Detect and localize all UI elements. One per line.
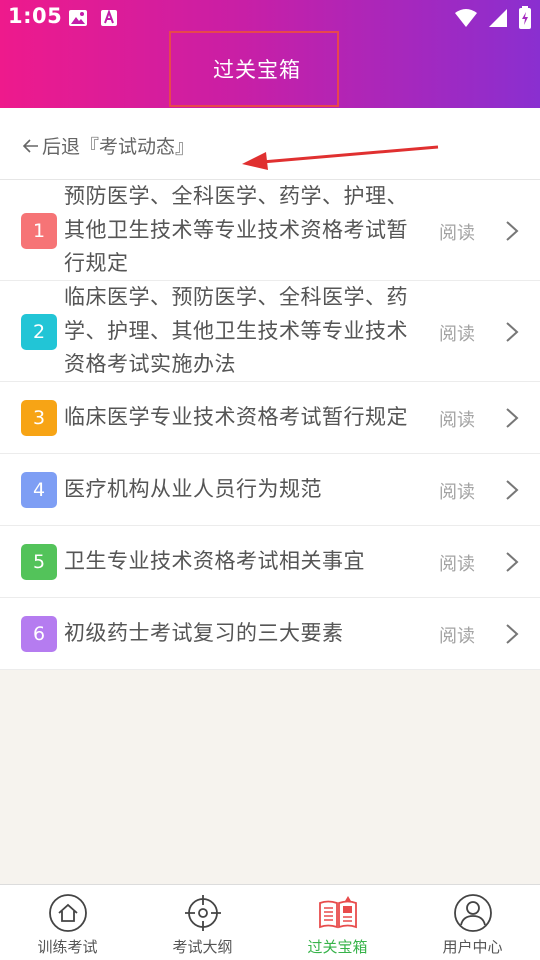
- back-label: 后退『考试动态』: [42, 136, 195, 158]
- list-item[interactable]: 3 临床医学专业技术资格考试暂行规定 阅读: [0, 382, 540, 454]
- item-title: 卫生专业技术资格考试相关事宜: [64, 549, 365, 574]
- chevron-right-icon: [506, 408, 519, 428]
- read-button[interactable]: 阅读: [439, 622, 475, 648]
- title-highlight-box: 过关宝箱: [169, 31, 339, 107]
- nav-label: 考试大纲: [172, 938, 233, 956]
- read-button[interactable]: 阅读: [439, 406, 475, 432]
- item-number-badge: 2: [21, 313, 57, 350]
- content-panel: 后退『考试动态』 1 预防医学、全科医学、药学、护理、其他卫生技术等专业技术资格考…: [0, 108, 540, 670]
- list-item[interactable]: 5 卫生专业技术资格考试相关事宜 阅读: [0, 526, 540, 598]
- nav-item-treasure[interactable]: 过关宝箱: [270, 885, 405, 960]
- item-title: 临床医学专业技术资格考试暂行规定: [64, 405, 408, 430]
- chevron-right-icon: [506, 480, 519, 500]
- item-number-badge: 1: [21, 212, 57, 249]
- page-title: 过关宝箱: [213, 58, 301, 82]
- item-title: 医疗机构从业人员行为规范: [64, 477, 322, 502]
- back-button[interactable]: 后退『考试动态』: [22, 132, 194, 159]
- nav-label: 训练考试: [37, 938, 98, 956]
- item-title: 预防医学、全科医学、药学、护理、其他卫生技术等专业技术资格考试暂行规定: [64, 184, 408, 276]
- read-button[interactable]: 阅读: [439, 478, 475, 504]
- home-icon: [48, 894, 87, 932]
- read-button[interactable]: 阅读: [439, 219, 475, 245]
- nav-item-syllabus[interactable]: 考试大纲: [135, 885, 270, 960]
- article-list: 1 预防医学、全科医学、药学、护理、其他卫生技术等专业技术资格考试暂行规定 阅读 2 临…: [0, 180, 540, 670]
- item-title: 临床医学、预防医学、全科医学、药学、护理、其他卫生技术等专业技术资格考试实施办法: [64, 285, 408, 377]
- read-button[interactable]: 阅读: [439, 550, 475, 576]
- annotation-arrow-icon: [242, 145, 439, 170]
- list-item[interactable]: 2 临床医学、预防医学、全科医学、药学、护理、其他卫生技术等专业技术资格考试实施办…: [0, 281, 540, 382]
- status-time: 1:05: [8, 4, 63, 28]
- wifi-icon: [455, 9, 477, 27]
- arrow-left-icon: [22, 138, 38, 153]
- bottom-nav: 训练考试 考试大纲 过关宝箱 用户中心: [0, 884, 540, 960]
- image-notification-icon: [69, 10, 87, 26]
- item-number-badge: 4: [21, 472, 57, 508]
- item-title: 初级药士考试复习的三大要素: [64, 621, 344, 646]
- list-item[interactable]: 6 初级药士考试复习的三大要素 阅读: [0, 598, 540, 670]
- list-item[interactable]: 4 医疗机构从业人员行为规范 阅读: [0, 454, 540, 526]
- user-icon: [453, 894, 492, 932]
- chevron-right-icon: [506, 552, 519, 572]
- battery-icon: [519, 6, 531, 29]
- app-header: 1:05 过关宝箱: [0, 0, 540, 108]
- nav-item-training[interactable]: 训练考试: [0, 885, 135, 960]
- chevron-right-icon: [506, 624, 519, 644]
- book-icon: [318, 896, 357, 929]
- font-notification-icon: [101, 9, 117, 26]
- item-number-badge: 6: [21, 616, 57, 652]
- read-button[interactable]: 阅读: [439, 320, 475, 346]
- item-number-badge: 5: [21, 544, 57, 580]
- chevron-right-icon: [506, 220, 519, 241]
- back-row: 后退『考试动态』: [0, 108, 540, 180]
- item-number-badge: 3: [21, 400, 57, 436]
- chevron-right-icon: [506, 321, 519, 342]
- list-item[interactable]: 1 预防医学、全科医学、药学、护理、其他卫生技术等专业技术资格考试暂行规定 阅读: [0, 180, 540, 281]
- nav-label: 过关宝箱: [307, 938, 368, 956]
- nav-label: 用户中心: [442, 938, 503, 956]
- signal-icon: [489, 9, 507, 27]
- target-icon: [184, 895, 221, 931]
- nav-item-user[interactable]: 用户中心: [405, 885, 540, 960]
